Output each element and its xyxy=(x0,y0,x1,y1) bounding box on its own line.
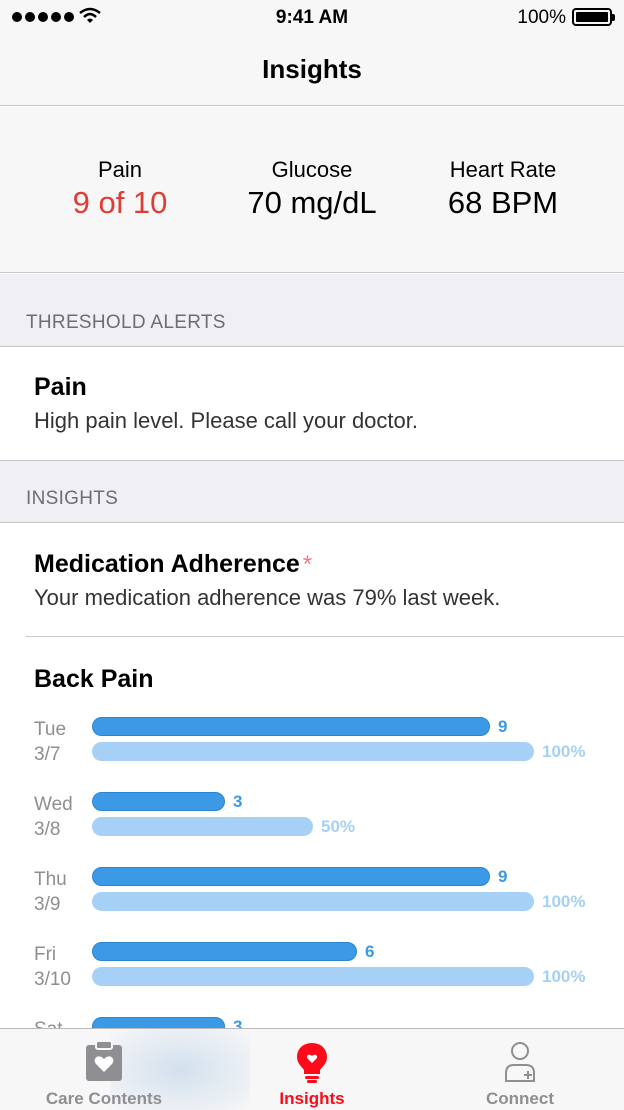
vital-label: Glucose xyxy=(271,157,353,182)
alert-text: High pain level. Please call your doctor… xyxy=(34,408,418,433)
chart-day-label: Wed 3/8 xyxy=(34,792,73,842)
medication-text: Your medication adherence was 79% last w… xyxy=(34,585,501,610)
alert-title: Pain xyxy=(34,373,87,401)
pain-level-bar xyxy=(92,717,490,736)
tab-label: Connect xyxy=(486,1089,554,1108)
status-bar: 9:41 AM 100% xyxy=(0,0,624,36)
chart-day-name: Tue xyxy=(34,719,67,740)
medication-adherence-card[interactable]: Medication Adherence * Your medication ad… xyxy=(0,524,624,636)
vital-heart-rate: Heart Rate 68 BPM xyxy=(403,157,603,221)
battery-percentage: 100% xyxy=(517,7,566,28)
chart-day-name: Sat xyxy=(34,1017,63,1028)
section-header-threshold-alerts: THRESHOLD ALERTS xyxy=(0,274,624,347)
pain-level-bar xyxy=(92,792,225,811)
navigation-bar: Insights xyxy=(0,36,624,106)
tab-insights[interactable]: Insights xyxy=(208,1029,416,1110)
clipboard-heart-icon xyxy=(86,1040,122,1081)
section-header-label: THRESHOLD ALERTS xyxy=(26,312,226,333)
adherence-label: 100% xyxy=(542,892,586,911)
pain-level-bar xyxy=(92,867,490,886)
pain-level-label: 3 xyxy=(233,1017,243,1028)
chart-day-name: Wed xyxy=(34,794,73,815)
medication-title-text: Medication Adherence xyxy=(34,550,300,578)
pain-level-label: 9 xyxy=(498,717,508,736)
adherence-bar xyxy=(92,892,534,911)
chart-title: Back Pain xyxy=(34,665,154,693)
chart-day-label: Tue 3/7 xyxy=(34,717,66,767)
chart-day-date: 3/8 xyxy=(34,819,61,840)
vitals-summary: Pain 9 of 10 Glucose 70 mg/dL Heart Rate… xyxy=(0,107,624,273)
lightbulb-heart-icon xyxy=(297,1043,327,1083)
asterisk-icon: * xyxy=(302,551,313,578)
section-header-insights: INSIGHTS xyxy=(0,460,624,523)
adherence-bar xyxy=(92,967,534,986)
vital-label: Heart Rate xyxy=(449,157,557,182)
battery-icon xyxy=(572,8,615,26)
vital-pain: Pain 9 of 10 xyxy=(20,157,220,221)
page-title: Insights xyxy=(262,54,362,84)
medication-title: Medication Adherence * xyxy=(34,550,312,579)
chart-row: Thu 3/9 9 100% xyxy=(0,867,624,942)
person-plus-icon xyxy=(505,1042,535,1082)
chart-day-label: Sat xyxy=(34,1017,63,1028)
adherence-label: 50% xyxy=(321,817,356,836)
tab-label: Insights xyxy=(279,1089,345,1108)
chart-day-label: Thu 3/9 xyxy=(34,867,67,917)
chart-row: Fri 3/10 6 100% xyxy=(0,942,624,1017)
section-header-label: INSIGHTS xyxy=(26,488,119,509)
tab-label: Care Contents xyxy=(45,1089,163,1108)
pain-level-label: 9 xyxy=(498,867,508,886)
tab-care-contents[interactable]: Care Contents xyxy=(0,1029,208,1110)
back-pain-chart[interactable]: Back Pain Tue 3/7 9 100% Wed 3/8 3 50% Thu 3/9 9 10… xyxy=(0,637,624,1028)
adherence-bar xyxy=(92,742,534,761)
chart-day-name: Fri xyxy=(34,944,57,965)
threshold-alert-card[interactable]: Pain High pain level. Please call your d… xyxy=(0,347,624,460)
chart-day-date: 3/7 xyxy=(34,744,61,765)
vital-value: 70 mg/dL xyxy=(247,185,377,220)
pain-level-bar xyxy=(92,1017,225,1028)
pain-level-bar xyxy=(92,942,357,961)
chart-day-name: Thu xyxy=(34,869,67,890)
chart-day-date: 3/10 xyxy=(34,969,71,990)
chart-day-date: 3/9 xyxy=(34,894,61,915)
vital-glucose: Glucose 70 mg/dL xyxy=(212,157,412,221)
vital-value: 68 BPM xyxy=(447,185,559,220)
chart-row: Sat 3 xyxy=(0,1017,624,1028)
tab-connect[interactable]: Connect xyxy=(416,1029,624,1110)
adherence-label: 100% xyxy=(542,742,586,761)
chart-row: Tue 3/7 9 100% xyxy=(0,717,624,792)
tab-bar: Care Contents Insights Connect xyxy=(0,1028,624,1110)
chart-row: Wed 3/8 3 50% xyxy=(0,792,624,867)
pain-level-label: 3 xyxy=(233,792,243,811)
pain-level-label: 6 xyxy=(365,942,375,961)
adherence-bar xyxy=(92,817,313,836)
vital-value: 9 of 10 xyxy=(72,185,168,220)
chart-day-label: Fri 3/10 xyxy=(34,942,71,992)
adherence-label: 100% xyxy=(542,967,586,986)
vital-label: Pain xyxy=(97,157,143,182)
